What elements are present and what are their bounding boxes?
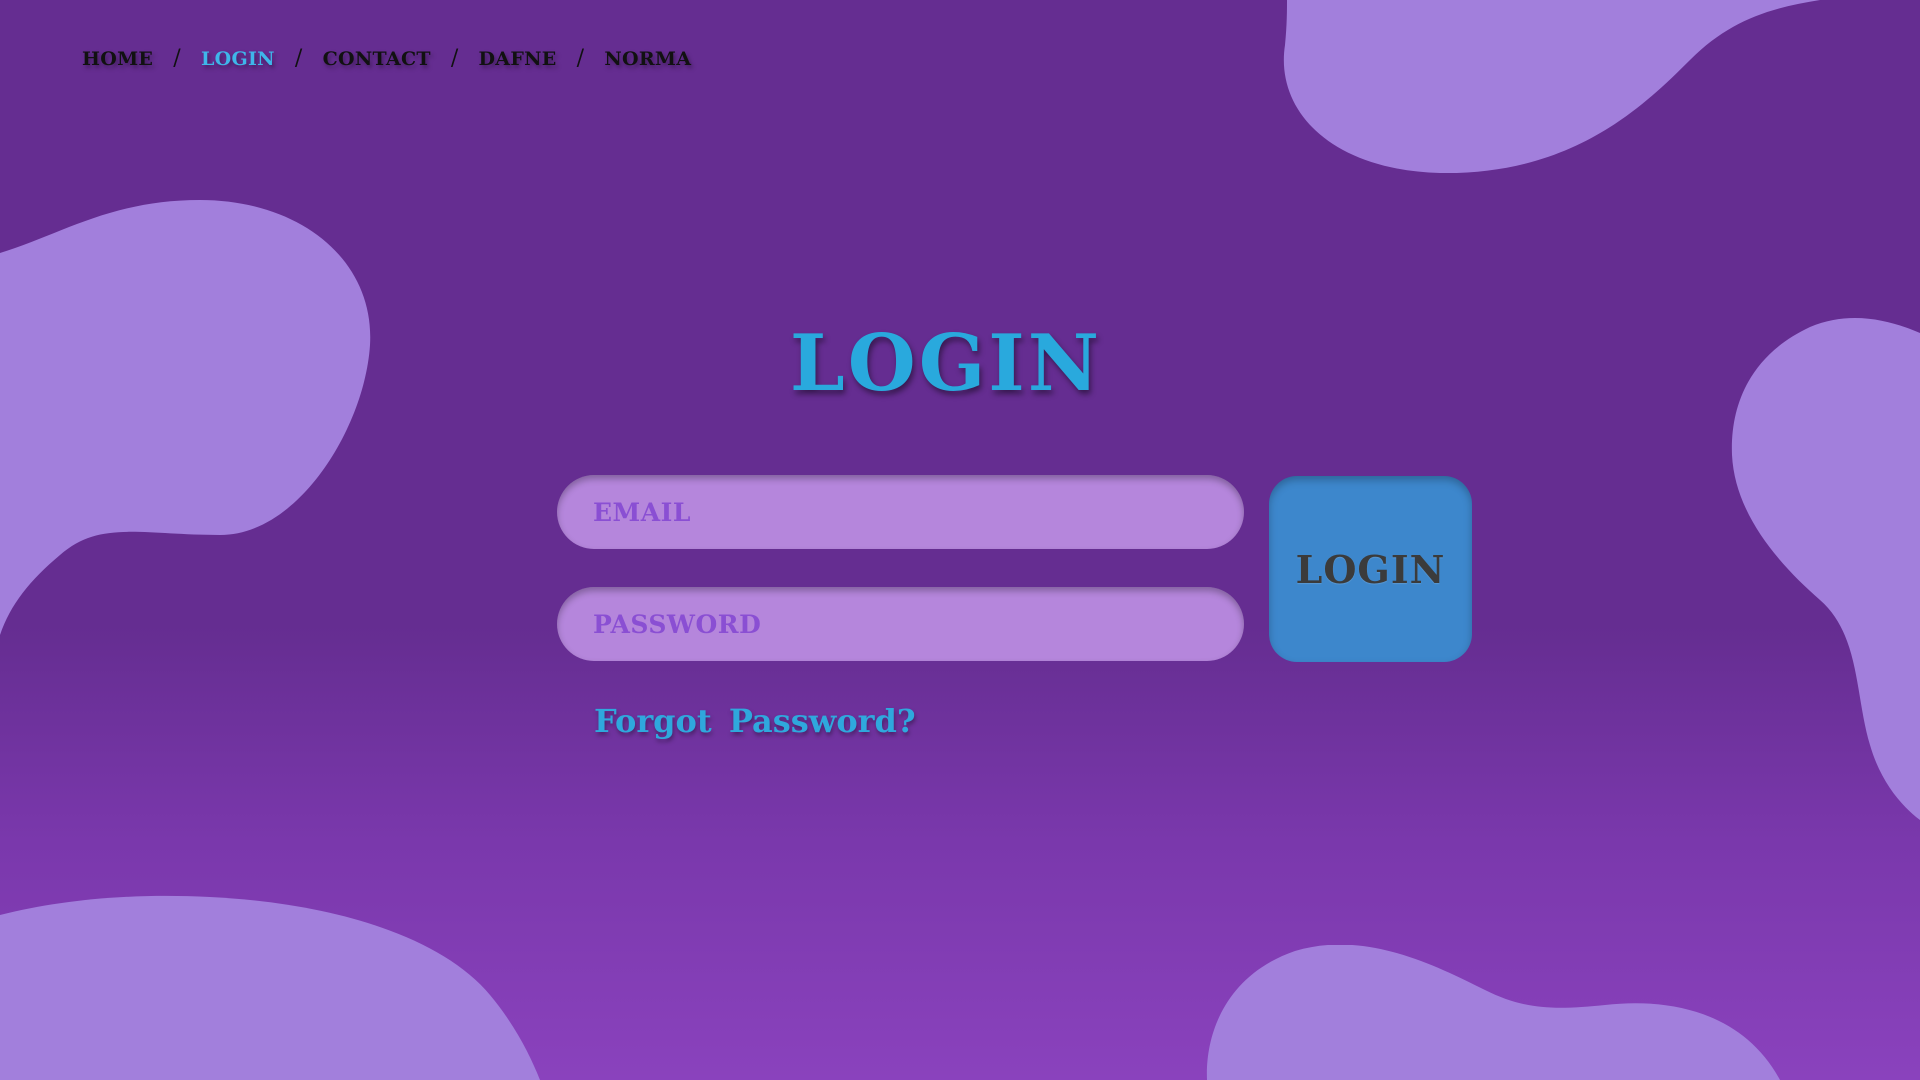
breadcrumb-dafne-link[interactable]: DAFNE <box>479 48 557 70</box>
email-placeholder: EMAIL <box>593 497 691 527</box>
login-button[interactable]: LOGIN <box>1269 476 1472 662</box>
forgot-password-link[interactable]: Forgot Password? <box>594 702 916 740</box>
background-blob-left <box>0 200 371 635</box>
breadcrumb-separator: / <box>576 46 585 71</box>
background-blob-bottom-right <box>1206 945 1780 1080</box>
password-field[interactable]: PASSWORD <box>557 587 1244 661</box>
login-button-label: LOGIN <box>1295 546 1446 592</box>
password-placeholder: PASSWORD <box>593 609 762 639</box>
breadcrumb-separator: / <box>294 46 303 71</box>
breadcrumb: HOME / LOGIN / CONTACT / DAFNE / NORMA <box>82 46 691 71</box>
email-field[interactable]: EMAIL <box>557 475 1244 549</box>
page-title: LOGIN <box>789 318 1103 409</box>
background-blob-top-right <box>1283 0 1820 174</box>
background-blob-bottom-left <box>0 895 540 1080</box>
breadcrumb-contact-link[interactable]: CONTACT <box>323 48 431 70</box>
breadcrumb-home-link[interactable]: HOME <box>82 48 153 70</box>
breadcrumb-login-link[interactable]: LOGIN <box>201 48 275 70</box>
breadcrumb-separator: / <box>173 46 181 71</box>
breadcrumb-norma-link[interactable]: NORMA <box>604 48 691 70</box>
breadcrumb-separator: / <box>450 46 459 71</box>
